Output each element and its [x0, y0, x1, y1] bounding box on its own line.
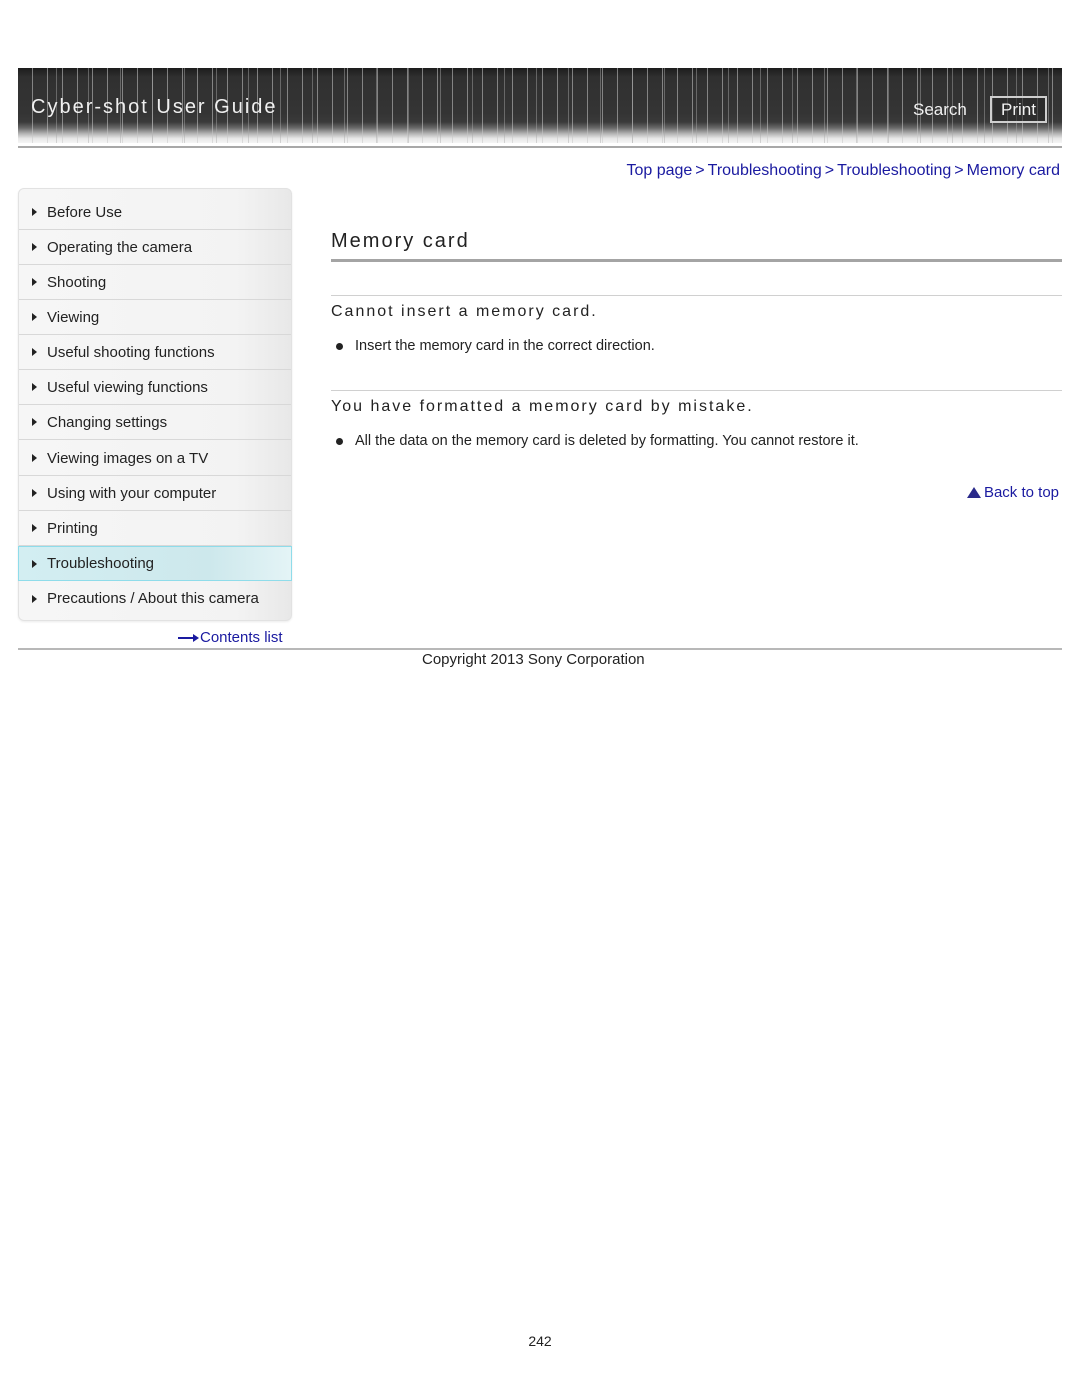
sidebar-item-label: Precautions / About this camera: [47, 590, 259, 607]
sidebar-item-label: Printing: [47, 519, 98, 537]
section-heading: Cannot insert a memory card.: [331, 303, 598, 320]
contents-list-link[interactable]: Contents list: [178, 629, 283, 646]
breadcrumb-memory-card[interactable]: Memory card: [967, 162, 1060, 179]
caret-right-icon: [32, 594, 37, 603]
sidebar-item-label: Changing settings: [47, 413, 168, 431]
sidebar-item-precautions[interactable]: Precautions / About this camera: [19, 581, 291, 616]
back-to-top-label: Back to top: [983, 484, 1059, 501]
caret-right-icon: [32, 208, 37, 216]
page-number: 242: [528, 1333, 552, 1349]
breadcrumb-top-page[interactable]: Top page: [626, 162, 692, 179]
sidebar-item-label: Using with your computer: [47, 484, 217, 502]
sidebar-item-label: Troubleshooting: [47, 555, 155, 572]
sidebar-item-useful-viewing-functions[interactable]: Useful viewing functions: [19, 370, 291, 405]
caret-right-icon: [32, 243, 37, 251]
sidebar-item-printing[interactable]: Printing: [19, 511, 291, 546]
sidebar-item-viewing[interactable]: Viewing: [19, 300, 291, 335]
list-item: All the data on the memory card is delet…: [335, 433, 859, 449]
header-divider: [18, 146, 1062, 148]
sidebar-item-label: Shooting: [47, 273, 107, 291]
sidebar-item-label: Useful shooting functions: [47, 343, 215, 361]
breadcrumb-separator: >: [695, 162, 705, 179]
list-item-text: Insert the memory card in the correct di…: [355, 338, 655, 354]
sidebar-item-label: Before Use: [47, 203, 123, 221]
arrow-right-icon: [178, 633, 199, 642]
breadcrumb-separator: >: [954, 162, 964, 179]
caret-right-icon: [32, 348, 37, 356]
sidebar-item-label: Operating the camera: [47, 238, 193, 256]
caret-right-icon: [32, 418, 37, 426]
bullet-icon: [336, 437, 343, 445]
caret-right-icon: [32, 524, 37, 532]
breadcrumb-troubleshooting-sub[interactable]: Troubleshooting: [837, 162, 951, 179]
caret-right-icon: [32, 278, 37, 286]
contents-list-label: Contents list: [200, 629, 283, 646]
breadcrumb-separator: >: [824, 162, 835, 179]
search-button[interactable]: Search: [913, 100, 967, 120]
sidebar-item-viewing-images-on-tv[interactable]: Viewing images on a TV: [19, 441, 291, 476]
back-to-top-link[interactable]: Back to top: [966, 484, 1059, 501]
title-divider: [331, 259, 1062, 262]
caret-right-icon: [32, 383, 37, 391]
section-heading: You have formatted a memory card by mist…: [331, 398, 754, 415]
copyright-text: Copyright 2013 Sony Corporation: [422, 651, 645, 668]
bullet-icon: [336, 342, 343, 350]
sidebar-item-label: Useful viewing functions: [47, 378, 208, 396]
page-title: Memory card: [331, 230, 470, 252]
caret-right-icon: [32, 454, 37, 462]
caret-right-icon: [32, 559, 37, 568]
section-divider: [331, 295, 1062, 296]
section-divider: [331, 390, 1062, 391]
sidebar-item-using-with-computer[interactable]: Using with your computer: [19, 476, 291, 511]
print-button[interactable]: Print: [990, 96, 1047, 123]
triangle-up-icon: [966, 487, 981, 498]
caret-right-icon: [32, 489, 37, 497]
sidebar-item-label: Viewing: [47, 308, 100, 326]
sidebar-item-label: Viewing images on a TV: [47, 449, 209, 467]
sidebar-item-before-use[interactable]: Before Use: [19, 195, 291, 230]
sidebar-item-shooting[interactable]: Shooting: [19, 265, 291, 300]
caret-right-icon: [32, 313, 37, 321]
list-item: Insert the memory card in the correct di…: [335, 338, 655, 354]
sidebar-item-useful-shooting-functions[interactable]: Useful shooting functions: [19, 335, 291, 370]
breadcrumb-troubleshooting[interactable]: Troubleshooting: [708, 162, 822, 179]
sidebar-item-changing-settings[interactable]: Changing settings: [19, 405, 291, 440]
sidebar-item-operating-the-camera[interactable]: Operating the camera: [19, 230, 291, 265]
footer-divider: [18, 648, 1062, 650]
sidebar-nav: Before Use Operating the camera Shooting…: [18, 188, 292, 621]
app-title: Cyber-shot User Guide: [31, 96, 278, 118]
breadcrumb: Top page > Troubleshooting > Troubleshooting…: [626, 162, 1060, 180]
sidebar-item-troubleshooting[interactable]: Troubleshooting: [18, 546, 292, 581]
list-item-text: All the data on the memory card is delet…: [355, 433, 859, 449]
